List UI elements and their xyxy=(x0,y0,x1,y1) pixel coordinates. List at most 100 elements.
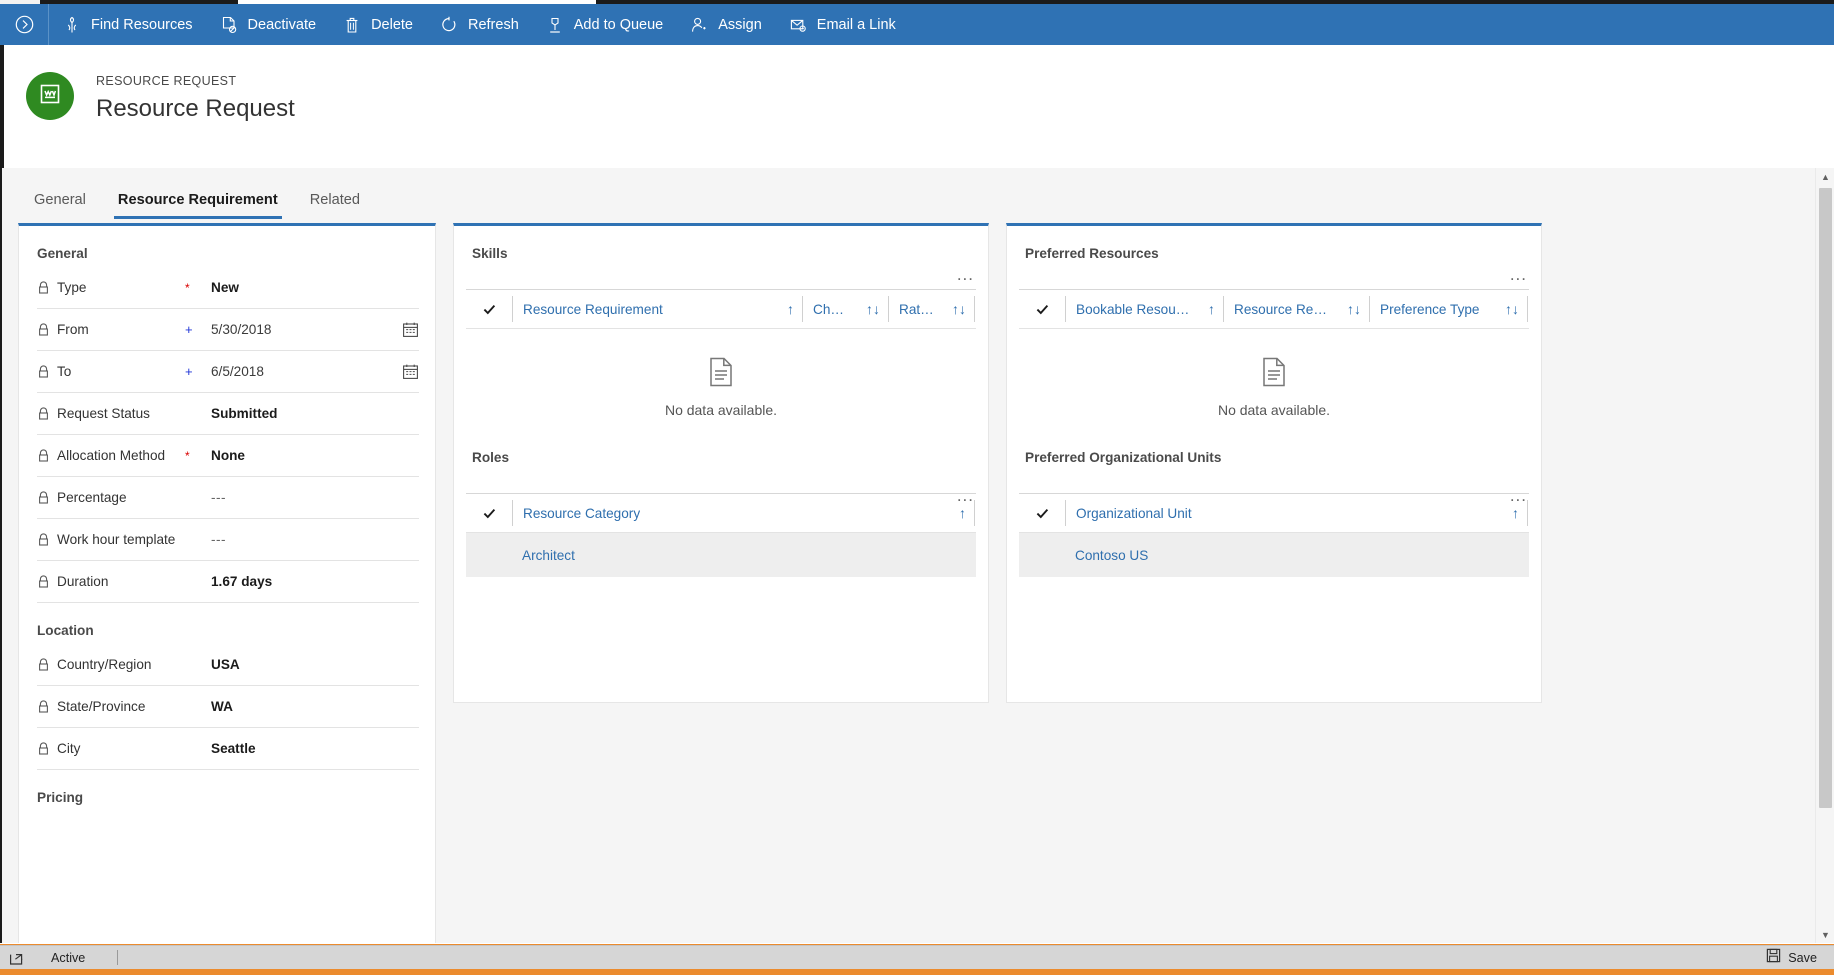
field-row-to[interactable]: To + 6/5/2018 xyxy=(37,351,419,393)
field-row-request-status[interactable]: Request Status Submitted xyxy=(37,393,419,435)
field-value: New xyxy=(211,280,239,295)
skills-grid-header: Resource Requirement ↑ Charac... ↑↓ Rati… xyxy=(466,289,976,329)
scroll-down-arrow-icon[interactable]: ▼ xyxy=(1816,926,1834,943)
preferred-card: Preferred Resources ... Bookable Resourc… xyxy=(1006,223,1542,703)
preferred-resources-overflow-button[interactable]: ... xyxy=(1510,266,1527,283)
tab-resource-requirement-label: Resource Requirement xyxy=(117,191,278,208)
lock-icon xyxy=(37,532,50,547)
record-state-label: Active xyxy=(51,950,86,965)
field-value: None xyxy=(211,448,245,463)
column-label: Rating ... xyxy=(899,301,936,317)
refresh-icon xyxy=(439,15,459,35)
lock-icon xyxy=(37,322,50,337)
sort-arrow-icon: ↑↓ xyxy=(1505,301,1519,317)
calendar-icon[interactable] xyxy=(402,321,419,338)
column-end-divider xyxy=(1527,296,1528,322)
field-row-allocation-method[interactable]: Allocation Method * None xyxy=(37,435,419,477)
field-row-percentage[interactable]: Percentage --- xyxy=(37,477,419,519)
column-end-divider xyxy=(974,500,975,526)
find-resources-button[interactable]: Find Resources xyxy=(49,4,206,45)
lock-icon xyxy=(37,699,50,714)
preferred-resources-grid-header: Bookable Resource ↑ Resource Require... … xyxy=(1019,289,1529,329)
required-indicator: * xyxy=(185,280,190,295)
field-row-city[interactable]: City Seattle xyxy=(37,728,419,770)
preferred-resources-col-resource-requirement[interactable]: Resource Require... ↑↓ xyxy=(1223,296,1369,322)
field-row-type[interactable]: Type * New xyxy=(37,267,419,309)
save-button[interactable]: Save xyxy=(1766,948,1817,968)
field-label: From xyxy=(57,322,89,337)
table-row[interactable]: Contoso US xyxy=(1019,533,1529,577)
section-header-preferred-resources: Preferred Resources xyxy=(1025,246,1159,261)
calendar-icon[interactable] xyxy=(402,363,419,380)
required-indicator: + xyxy=(185,322,193,337)
roles-col-resource-category[interactable]: Resource Category ↑ xyxy=(512,500,974,526)
add-to-queue-label: Add to Queue xyxy=(573,16,664,33)
roles-overflow-button[interactable]: ... xyxy=(957,487,974,504)
lock-icon xyxy=(37,490,50,505)
deactivate-button[interactable]: Deactivate xyxy=(206,4,330,45)
field-label: To xyxy=(57,364,72,379)
column-end-divider xyxy=(1527,500,1528,526)
general-card: General Type * New From + 5/30/2018 To +… xyxy=(18,223,436,943)
skills-overflow-button[interactable]: ... xyxy=(957,266,974,283)
command-options-button[interactable] xyxy=(0,4,48,45)
assign-button[interactable]: Assign xyxy=(676,4,775,45)
field-value: WA xyxy=(211,699,233,714)
skills-col-characteristic[interactable]: Charac... ↑↓ xyxy=(802,296,888,322)
column-end-divider xyxy=(974,296,975,322)
column-label: Preference Type xyxy=(1380,301,1480,317)
tab-related-label: Related xyxy=(309,191,361,208)
table-row[interactable]: Architect xyxy=(466,533,976,577)
preferred-org-units-overflow-button[interactable]: ... xyxy=(1510,487,1527,504)
tab-strip: General Resource Requirement Related xyxy=(2,168,1815,231)
field-value: Seattle xyxy=(211,741,256,756)
field-row-from[interactable]: From + 5/30/2018 xyxy=(37,309,419,351)
form-body: General Resource Requirement Related Gen… xyxy=(0,168,1834,943)
preferred-org-units-col-organizational-unit[interactable]: Organizational Unit ↑ xyxy=(1065,500,1527,526)
preferred-resources-empty-text: No data available. xyxy=(1217,402,1331,418)
preferred-resources-select-all-checkbox[interactable] xyxy=(1019,302,1065,317)
section-header-pricing: Pricing xyxy=(37,790,84,805)
email-a-link-button[interactable]: Email a Link xyxy=(775,4,909,45)
column-label: Bookable Resource xyxy=(1076,301,1192,317)
chevron-right-circle-icon xyxy=(14,15,34,35)
form-columns: General Type * New From + 5/30/2018 To +… xyxy=(2,223,1815,943)
tab-general[interactable]: General xyxy=(18,168,102,231)
preferred-resources-col-bookable-resource[interactable]: Bookable Resource ↑ xyxy=(1065,296,1223,322)
popout-icon[interactable] xyxy=(9,950,25,966)
field-row-work-hour-template[interactable]: Work hour template --- xyxy=(37,519,419,561)
delete-button[interactable]: Delete xyxy=(329,4,426,45)
deactivate-label: Deactivate xyxy=(247,16,317,33)
section-header-roles: Roles xyxy=(472,450,510,465)
scroll-up-arrow-icon[interactable]: ▲ xyxy=(1816,168,1834,185)
field-label: Type xyxy=(57,280,87,295)
field-row-country-region[interactable]: Country/Region USA xyxy=(37,644,419,686)
skills-col-rating[interactable]: Rating ... ↑↓ xyxy=(888,296,974,322)
scrollbar-thumb[interactable] xyxy=(1819,188,1832,808)
trash-icon xyxy=(342,15,362,35)
sort-arrow-icon: ↑ xyxy=(787,301,794,317)
save-icon xyxy=(1766,948,1781,968)
section-header-location: Location xyxy=(37,623,94,638)
resource-request-icon xyxy=(37,81,63,112)
tab-related[interactable]: Related xyxy=(294,168,376,231)
column-label: Resource Require... xyxy=(1234,301,1331,317)
row-cell-resource-category[interactable]: Architect xyxy=(512,548,575,563)
skills-col-resource-requirement[interactable]: Resource Requirement ↑ xyxy=(512,296,802,322)
field-value: 1.67 days xyxy=(211,574,273,589)
field-value: --- xyxy=(211,532,227,547)
row-cell-organizational-unit[interactable]: Contoso US xyxy=(1065,548,1148,563)
refresh-button[interactable]: Refresh xyxy=(426,4,532,45)
sort-arrow-icon: ↑↓ xyxy=(1347,301,1361,317)
field-row-duration[interactable]: Duration 1.67 days xyxy=(37,561,419,603)
preferred-resources-col-preference-type[interactable]: Preference Type ↑↓ xyxy=(1369,296,1527,322)
column-label: Charac... xyxy=(813,301,850,317)
preferred-org-units-select-all-checkbox[interactable] xyxy=(1019,506,1065,521)
skills-select-all-checkbox[interactable] xyxy=(466,302,512,317)
save-label: Save xyxy=(1788,950,1817,965)
tab-resource-requirement[interactable]: Resource Requirement xyxy=(102,168,294,231)
add-to-queue-button[interactable]: Add to Queue xyxy=(532,4,677,45)
roles-select-all-checkbox[interactable] xyxy=(466,506,512,521)
field-row-state-province[interactable]: State/Province WA xyxy=(37,686,419,728)
vertical-scrollbar[interactable]: ▲ ▼ xyxy=(1815,168,1834,943)
